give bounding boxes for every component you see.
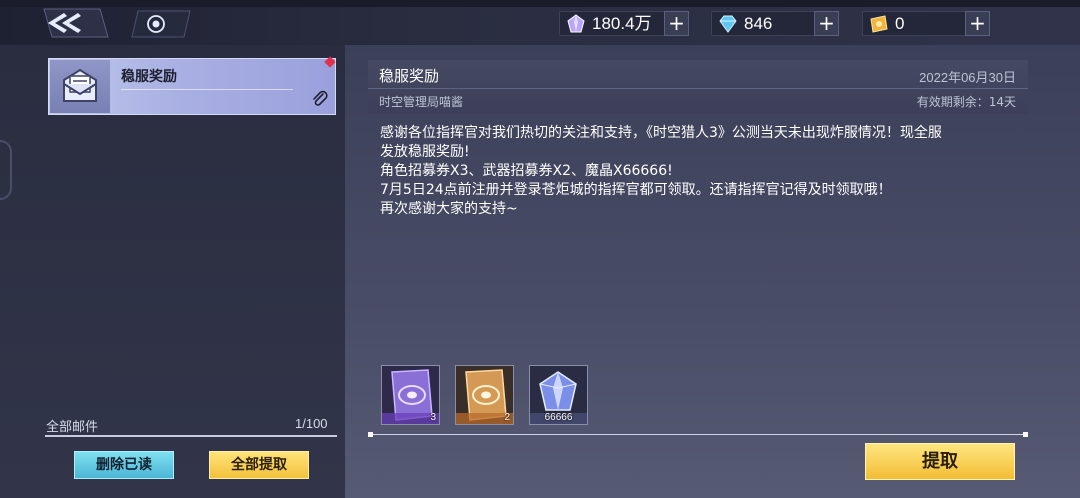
diamond-icon <box>719 15 737 33</box>
detail-bottom-divider <box>368 432 1028 437</box>
back-button[interactable] <box>30 6 110 40</box>
reward-qty: 3 <box>430 412 436 423</box>
header-divider <box>368 88 1028 89</box>
envelope-icon <box>63 68 97 102</box>
diamond-value: 846 <box>744 14 773 33</box>
top-bar: 180.4万 + 846 + 0 + <box>0 0 1080 45</box>
mail-body-line: 感谢各位指挥官对我们热切的关注和支持，《时空猎人3》公测当天未出现炸服情况！现全… <box>380 125 942 141</box>
mail-date: 2022年06月30日 <box>919 70 1016 85</box>
mail-sender: 时空管理局喵酱 <box>379 95 464 109</box>
reward-qty: 66666 <box>544 412 573 423</box>
reward-item-character-ticket[interactable]: 3 <box>381 365 440 425</box>
back-arrow-icon <box>43 8 109 38</box>
gold-ticket-plus-button[interactable]: + <box>965 11 990 36</box>
claim-all-button[interactable]: 全部提取 <box>209 451 309 479</box>
mail-list-item[interactable]: 稳服奖励 <box>48 56 336 115</box>
diamond-resource: 846 + <box>711 11 839 36</box>
unread-dot <box>324 56 336 68</box>
claim-button[interactable]: 提取 <box>865 443 1015 480</box>
mail-body-line: 发放稳服奖励! <box>380 144 470 160</box>
mail-body-line: 角色招募券X3、武器招募券X2、魔晶X66666! <box>380 163 673 179</box>
diamond-plus-button[interactable]: + <box>814 11 839 36</box>
crystal-resource: 180.4万 + <box>559 11 689 36</box>
gold-ticket-value: 0 <box>895 14 905 33</box>
mail-body-line: 再次感谢大家的支持~ <box>380 201 518 217</box>
mail-body-line: 7月5日24点前注册并登录苍炬城的指挥官都可领取。还请指挥官记得及时领取哦！ <box>380 182 892 198</box>
attachment-icon <box>313 90 328 106</box>
reward-item-magic-crystal[interactable]: 66666 <box>529 365 588 425</box>
reward-qty: 2 <box>504 412 510 423</box>
panel-edge-decoration <box>0 140 12 200</box>
home-button[interactable] <box>130 9 192 39</box>
mail-icon-box <box>50 60 110 113</box>
mail-item-title: 稳服奖励 <box>121 69 177 85</box>
gold-ticket-resource: 0 + <box>862 11 990 36</box>
crystal-value: 180.4万 <box>592 14 652 33</box>
reward-item-weapon-ticket[interactable]: 2 <box>455 365 514 425</box>
delete-read-button[interactable]: 删除已读 <box>74 451 174 479</box>
mail-count-value: 1/100 <box>295 416 328 431</box>
mail-count-bar <box>45 435 337 437</box>
mail-body: 感谢各位指挥官对我们热切的关注和支持，《时空猎人3》公测当天未出现炸服情况！现全… <box>380 124 1032 219</box>
top-stripe <box>0 0 1080 7</box>
target-icon <box>131 10 191 38</box>
mail-item-divider <box>121 89 293 90</box>
mail-validity: 有效期剩余：14天 <box>916 95 1016 109</box>
gold-ticket-icon <box>870 15 888 33</box>
mail-detail-title: 稳服奖励 <box>379 67 440 85</box>
crystal-icon <box>567 14 585 33</box>
mail-count-label: 全部邮件 <box>46 420 99 435</box>
crystal-plus-button[interactable]: + <box>664 11 689 36</box>
